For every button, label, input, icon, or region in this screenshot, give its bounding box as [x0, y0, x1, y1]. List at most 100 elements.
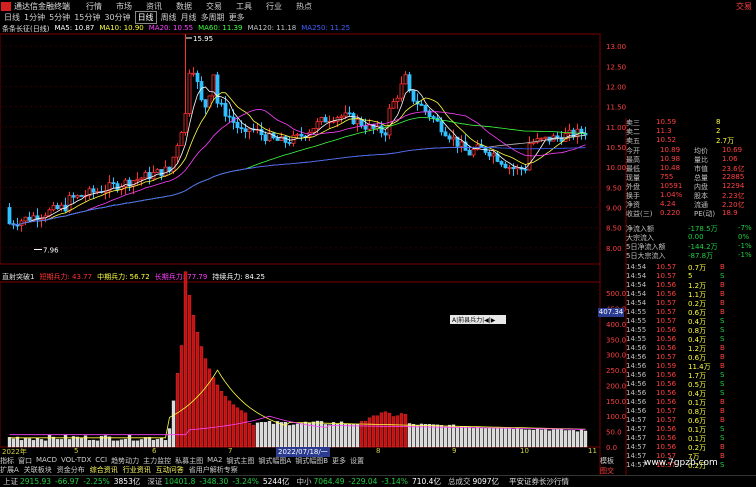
tick-side: B	[720, 290, 725, 298]
tick-time: 14:56	[626, 380, 647, 388]
indicator-bar	[295, 423, 300, 448]
template-button[interactable]: 模板	[600, 456, 626, 466]
price-tick-label: 10.00	[606, 164, 626, 172]
indicator-bar	[455, 426, 460, 448]
tick-row: 14:56 10.56 0.4万 S	[626, 389, 756, 398]
candle-body	[187, 72, 192, 114]
tick-time: 14:56	[626, 389, 647, 397]
info-tab[interactable]: 扩展A	[0, 465, 19, 475]
tick-row: 14:57 10.56 0.2万 B	[626, 443, 756, 452]
indicator-bar	[447, 424, 452, 448]
indicator-bar	[575, 431, 580, 448]
stat-row: 外盘 10591 内盘 12294	[626, 182, 756, 191]
index-name[interactable]: 深证	[147, 476, 162, 487]
tick-price: 10.56	[656, 434, 677, 442]
index-pct: -3.14%	[381, 477, 408, 486]
x-tick-label: 11	[588, 447, 597, 455]
indicator-tick-label: 150.0	[606, 398, 626, 406]
indicator-bar	[531, 429, 536, 448]
ma-line	[9, 86, 586, 226]
status-bar: 上证 2915.93 -66.97 -2.25% 3853亿 深证 10401.…	[0, 475, 756, 487]
indicator-item: 短期兵力: 43.77	[39, 273, 93, 281]
candle-body	[275, 137, 280, 141]
stat-value: 4.24	[660, 200, 676, 208]
stat-value: 12294	[722, 182, 745, 190]
tick-price: 10.57	[656, 416, 677, 424]
stat-value: 10.98	[660, 155, 681, 163]
indicator-bar	[243, 412, 248, 448]
indicator-bar	[315, 420, 320, 448]
tick-row: 14:55 10.56 0.8万 S	[626, 326, 756, 335]
candle-body	[155, 169, 160, 173]
tick-side: B	[720, 281, 725, 289]
tick-time: 14:56	[626, 407, 647, 415]
flow-pct: 0%	[738, 233, 750, 241]
flow-label: 5日大宗流入	[626, 252, 666, 260]
tick-row: 14:55 10.57 0.4万 S	[626, 317, 756, 326]
template-area: 模板 图交F10	[600, 456, 626, 484]
indicator-bar	[223, 396, 228, 448]
flow-row: 5日大宗流入 -87.8万 -1%	[626, 251, 756, 260]
indicator-bar	[51, 436, 56, 448]
info-tab[interactable]: 关联板块	[24, 465, 52, 475]
indicator-bar	[31, 440, 36, 448]
tick-list: 14:54 10.57 0.7万 B 14:54 10.57 5 S 14:54 10.56 1.2…	[626, 263, 756, 475]
indicator-bar	[255, 422, 260, 448]
tick-side: S	[720, 335, 725, 343]
order-volume: 2	[716, 127, 721, 135]
index-name[interactable]: 上证	[3, 476, 18, 487]
total-label: 总成交	[447, 477, 471, 486]
tick-side: S	[720, 272, 725, 280]
indicator-legend: 直射突破1 短期兵力: 43.77 中期兵力: 56.72 长期兵力: 77.7…	[2, 272, 270, 282]
candle-body	[567, 129, 572, 135]
tick-row: 14:56 10.56 1.2万 B	[626, 344, 756, 353]
indicator-bar	[19, 440, 24, 448]
index-amount: 5244亿	[262, 477, 290, 486]
tick-time: 14:56	[626, 344, 647, 352]
candle-body	[75, 195, 80, 198]
indicator-bar	[147, 436, 152, 448]
indicator-bar	[551, 429, 556, 448]
tick-time: 14:54	[626, 272, 647, 280]
x-tick-label: 10	[520, 447, 529, 455]
info-tab[interactable]: 行业资讯	[123, 465, 151, 475]
indicator-bar	[107, 436, 112, 448]
tick-price: 10.56	[656, 344, 677, 352]
index-name[interactable]: 中小	[296, 476, 311, 487]
indicator-bar	[163, 440, 168, 448]
legend-ma: MA5: 10.87	[54, 24, 95, 32]
indicator-bar	[387, 412, 392, 448]
tick-time: 14:55	[626, 326, 647, 334]
info-tab[interactable]: 互动问答	[156, 465, 184, 475]
indicator-bar	[519, 429, 524, 448]
indicator-selector[interactable]: A|前县兵力|◀|▶	[450, 315, 506, 324]
flow-value: 0.00	[688, 233, 704, 241]
stat-label: PE(动)	[694, 210, 716, 218]
info-tab[interactable]: 综合资讯	[90, 465, 118, 475]
candle-body	[59, 204, 64, 210]
tick-row: 14:54 10.56 1.2万 B	[626, 281, 756, 290]
indicator-bar	[459, 426, 464, 448]
candle-body	[235, 121, 240, 129]
indicator-bar	[431, 424, 436, 448]
tick-time: 14:56	[626, 398, 647, 406]
stat-label: 收益(三)	[626, 210, 653, 218]
candle-body	[131, 180, 136, 187]
price-tick-label: 8.50	[606, 225, 622, 233]
candle-body	[311, 128, 316, 133]
indicator-bar	[155, 439, 160, 448]
candle-body	[263, 134, 268, 142]
price-tick-label: 13.00	[606, 43, 626, 51]
indicator-bar	[291, 424, 296, 448]
candle-body	[407, 74, 412, 92]
order-row: 卖三 10.59 8	[626, 118, 756, 127]
tick-row: 14:54 10.57 0.2万 B	[626, 299, 756, 308]
indicator-tick-label: 400.0	[606, 321, 626, 329]
candle-body	[423, 105, 428, 112]
tick-row: 14:57 10.56 0.1万 S	[626, 425, 756, 434]
candle-body	[335, 117, 340, 122]
info-tab[interactable]: 资金分布	[57, 465, 85, 475]
info-tab[interactable]: 省用户解析专察	[189, 465, 238, 475]
indicator-bar	[271, 423, 276, 448]
tick-row: 14:56 10.57 0.6万 B	[626, 353, 756, 362]
